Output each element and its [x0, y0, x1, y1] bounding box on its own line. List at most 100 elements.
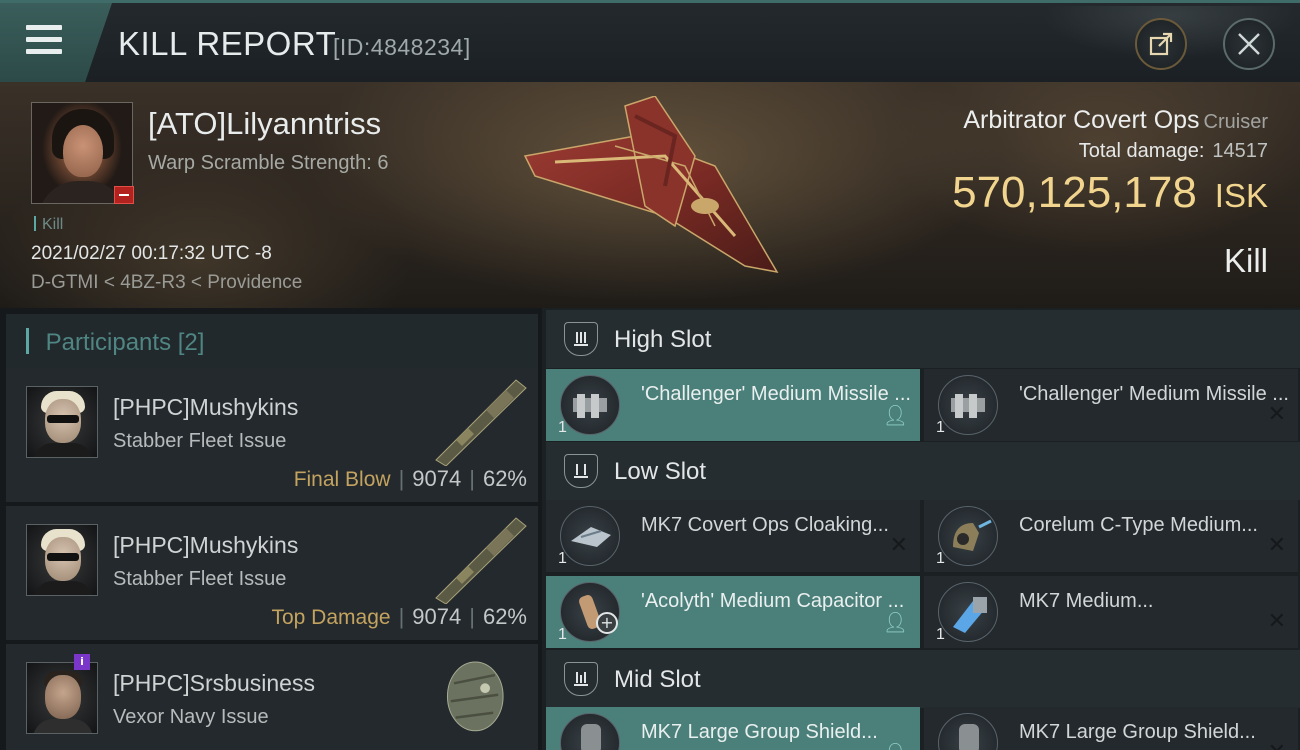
module-name: 'Challenger' Medium Missile ...: [641, 383, 911, 405]
participant-ship: Stabber Fleet Issue: [113, 430, 287, 452]
module-quantity: 1: [558, 550, 567, 567]
participant-percent: 62%: [482, 466, 527, 491]
top-damage-tag: Top Damage: [271, 606, 391, 629]
stat-separator: |: [469, 604, 475, 629]
module-name: Corelum C-Type Medium...: [1019, 514, 1258, 536]
destroyed-x-icon: ✕: [1267, 402, 1286, 427]
isk-value: 570,125,178: [952, 168, 1197, 217]
person-icon: 👤︎: [882, 403, 908, 427]
fitting-panel: High Slot 1 'Challenger' Medium Missile …: [542, 308, 1300, 750]
total-damage-label: Total damage:: [1078, 140, 1205, 162]
participants-count: [2]: [177, 329, 205, 356]
share-button[interactable]: [1135, 18, 1187, 70]
participants-panel: Participants [2] [PHPC]Mushykins Stabber…: [0, 308, 542, 750]
isk-value-line: 570,125,178 ISK: [952, 168, 1268, 218]
module-name: 'Challenger' Medium Missile ...: [1019, 383, 1289, 405]
destroyed-x-icon: ✕: [1267, 609, 1286, 634]
avatar[interactable]: [26, 386, 98, 458]
module-item[interactable]: 1 'Challenger' Medium Missile ... ✕: [924, 369, 1298, 441]
participant-row[interactable]: [PHPC]Mushykins Stabber Fleet Issue Fina…: [6, 368, 538, 502]
module-quantity: 1: [558, 626, 567, 643]
module-quantity: 1: [558, 419, 567, 436]
standing-badge: [114, 186, 134, 204]
shield-booster-icon: [560, 713, 620, 750]
participant-percent: 62%: [482, 604, 527, 629]
avatar[interactable]: [26, 662, 98, 734]
module-name: MK7 Large Group Shield...: [1019, 721, 1256, 743]
warp-scramble-strength: Warp Scramble Strength: 6: [148, 152, 389, 174]
kill-datetime: 2021/02/27 00:17:32 UTC -8: [31, 243, 272, 264]
share-icon: [1149, 32, 1173, 56]
module-item[interactable]: 1 'Challenger' Medium Missile ... 👤︎: [546, 369, 920, 441]
high-slot-header: High Slot: [546, 310, 1300, 368]
total-damage: Total damage: 14517: [1079, 140, 1268, 163]
participants-header: Participants [2]: [6, 314, 538, 370]
participant-damage: 9074: [412, 466, 462, 491]
module-item[interactable]: 1 MK7 Covert Ops Cloaking... ✕: [546, 500, 920, 572]
participants-title-text: Participants: [45, 329, 172, 356]
participant-row[interactable]: [PHPC]Mushykins Stabber Fleet Issue Top …: [6, 506, 538, 640]
module-quantity: 1: [936, 626, 945, 643]
module-name: 'Acolyth' Medium Capacitor ...: [641, 590, 905, 612]
close-button[interactable]: [1223, 18, 1275, 70]
avatar[interactable]: [26, 524, 98, 596]
menu-tab[interactable]: [0, 3, 112, 82]
info-badge[interactable]: i: [74, 654, 90, 670]
final-blow-tag: Final Blow: [293, 468, 391, 491]
module-quantity: 1: [936, 550, 945, 567]
ship-class: Cruiser: [1203, 111, 1268, 133]
total-damage-value: 14517: [1212, 140, 1268, 162]
participant-name: [PHPC]Mushykins: [113, 394, 299, 420]
kill-location: D-GTMI < 4BZ-R3 < Providence: [31, 272, 303, 293]
participant-name: [PHPC]Mushykins: [113, 532, 299, 558]
module-item[interactable]: 1 MK7 Large Group Shield... 👤︎: [546, 707, 920, 750]
drone-icon: [446, 661, 504, 732]
weapon-icon: [435, 379, 527, 466]
isk-unit: ISK: [1214, 177, 1268, 214]
module-item[interactable]: + 1 'Acolyth' Medium Capacitor ... 👤︎: [546, 576, 920, 648]
kill-banner: [ATO]Lilyanntriss Warp Scramble Strength…: [0, 82, 1300, 308]
module-quantity: 1: [936, 419, 945, 436]
ship-name[interactable]: Arbitrator Covert Ops Cruiser: [963, 106, 1268, 135]
mid-slot-header: Mid Slot: [546, 650, 1300, 708]
person-icon: 👤︎: [883, 743, 908, 750]
module-name: MK7 Covert Ops Cloaking...: [641, 514, 889, 536]
hydraulic-module-icon: [938, 506, 998, 566]
top-bar: KILL REPORT [ID:4848234]: [0, 0, 1300, 85]
participant-ship: Stabber Fleet Issue: [113, 568, 287, 590]
ship-name-text: Arbitrator Covert Ops: [963, 106, 1200, 134]
module-item[interactable]: 1 Corelum C-Type Medium... ✕: [924, 500, 1298, 572]
destroyed-x-icon: ✕: [1268, 742, 1286, 750]
low-slot-title: Low Slot: [614, 458, 707, 485]
cloaking-device-icon: [560, 506, 620, 566]
hamburger-icon[interactable]: [26, 25, 62, 55]
participant-name: [PHPC]Srsbusiness: [113, 670, 315, 696]
participants-title: Participants [2]: [26, 328, 205, 357]
kill-type-tag: Kill: [34, 216, 63, 234]
participant-stats: Top Damage | 9074 | 62%: [271, 604, 527, 630]
destroyed-x-icon: ✕: [1267, 533, 1286, 558]
weapon-icon: [435, 517, 527, 604]
module-item[interactable]: 1 MK7 Medium... ✕: [924, 576, 1298, 648]
participant-stats: Final Blow | 9074 | 62%: [294, 466, 527, 492]
shield-rig-icon: [938, 582, 998, 642]
mid-slot-icon: [564, 662, 598, 696]
missile-launcher-icon: [938, 375, 998, 435]
ship-render: [523, 96, 779, 274]
participant-damage: 9074: [412, 604, 462, 629]
low-slot-icon: [564, 454, 598, 488]
page-title: KILL REPORT: [118, 25, 337, 62]
stat-separator: |: [398, 604, 405, 629]
participant-ship: Vexor Navy Issue: [113, 706, 269, 728]
add-icon: +: [596, 612, 618, 634]
mid-slot-title: Mid Slot: [614, 666, 701, 693]
stat-separator: |: [469, 466, 475, 491]
person-icon: 👤︎: [882, 610, 908, 634]
high-slot-title: High Slot: [614, 326, 712, 353]
module-item[interactable]: 1 MK7 Large Group Shield... ✕: [924, 707, 1298, 750]
victim-name[interactable]: [ATO]Lilyanntriss: [148, 106, 381, 142]
missile-launcher-icon: [560, 375, 620, 435]
low-slot-header: Low Slot: [546, 442, 1300, 500]
module-name: MK7 Large Group Shield...: [641, 721, 878, 743]
stat-separator: |: [398, 466, 405, 491]
